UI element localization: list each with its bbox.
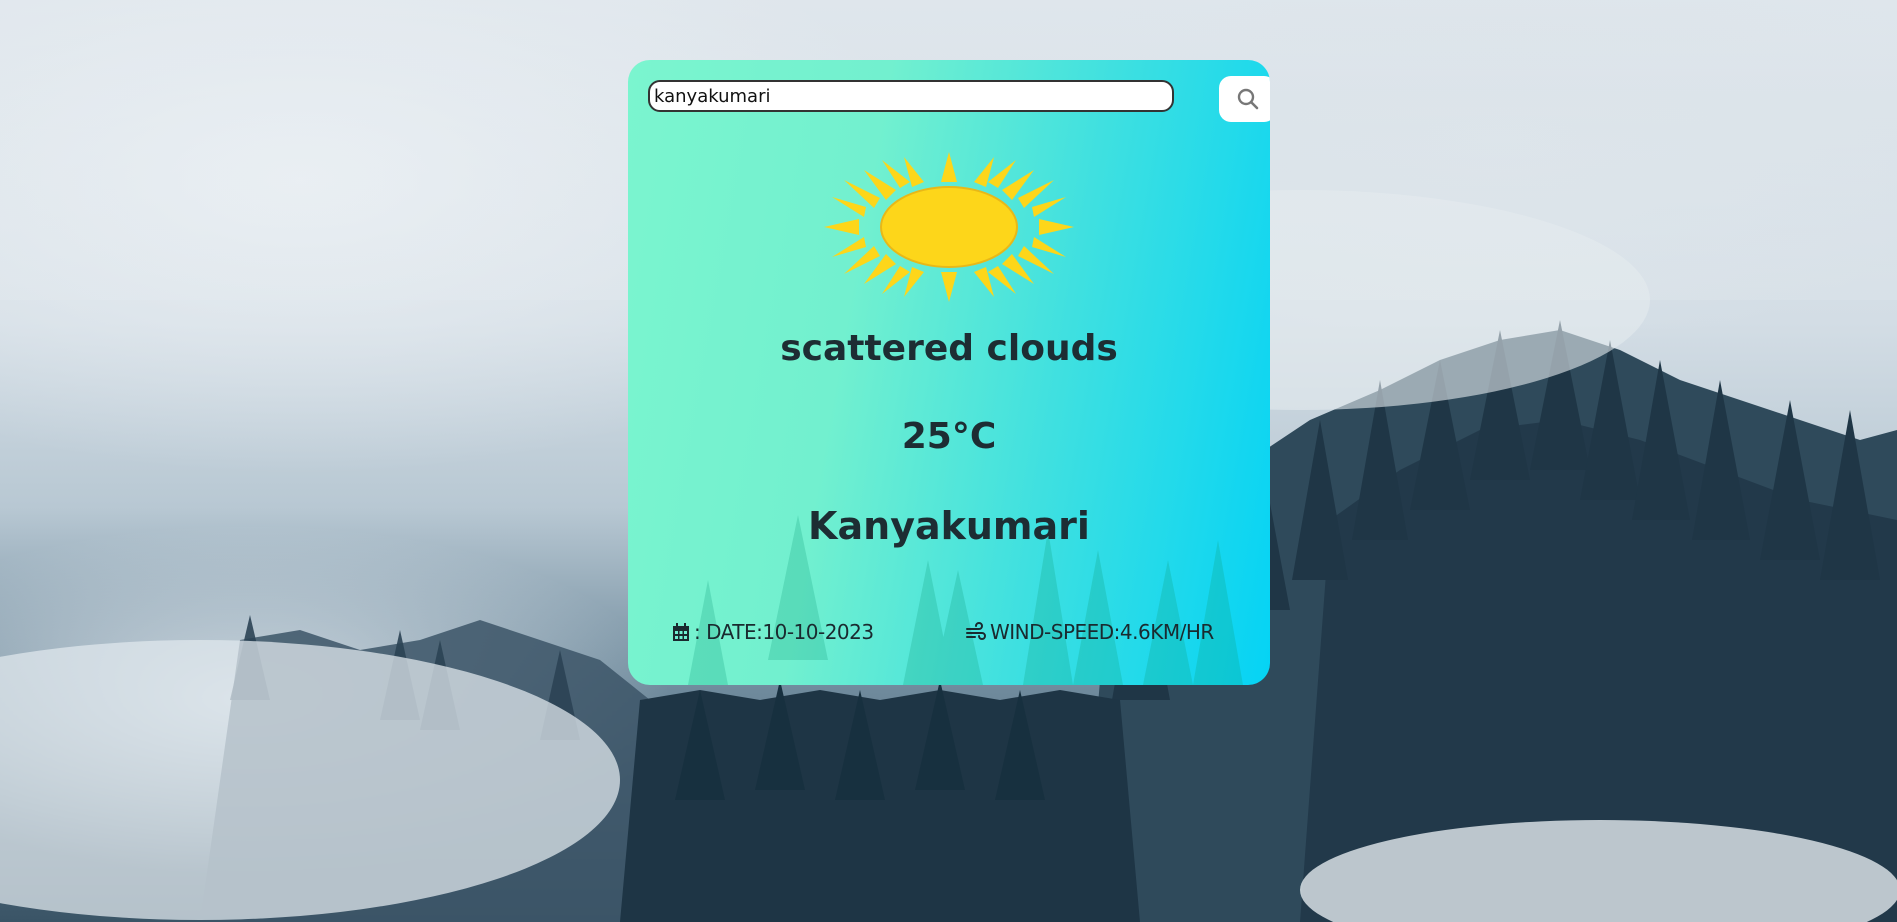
sun-icon bbox=[824, 152, 1074, 302]
calendar-icon bbox=[673, 623, 689, 641]
date-label: : DATE:10-10-2023 bbox=[694, 620, 874, 644]
weather-description: scattered clouds bbox=[780, 328, 1118, 369]
wind-info: WIND-SPEED:4.6KM/HR bbox=[966, 620, 1214, 644]
search-input[interactable] bbox=[648, 80, 1174, 112]
city-name: Kanyakumari bbox=[808, 504, 1090, 548]
wind-label: WIND-SPEED:4.6KM/HR bbox=[990, 620, 1214, 644]
wind-icon bbox=[966, 622, 986, 640]
search-icon bbox=[1237, 88, 1258, 110]
search-bar bbox=[648, 76, 1270, 124]
search-button[interactable] bbox=[1219, 76, 1270, 122]
weather-card: scattered clouds 25°C Kanyakumari : DATE… bbox=[628, 60, 1270, 685]
temperature: 25°C bbox=[901, 416, 997, 457]
date-info: : DATE:10-10-2023 bbox=[672, 620, 874, 644]
